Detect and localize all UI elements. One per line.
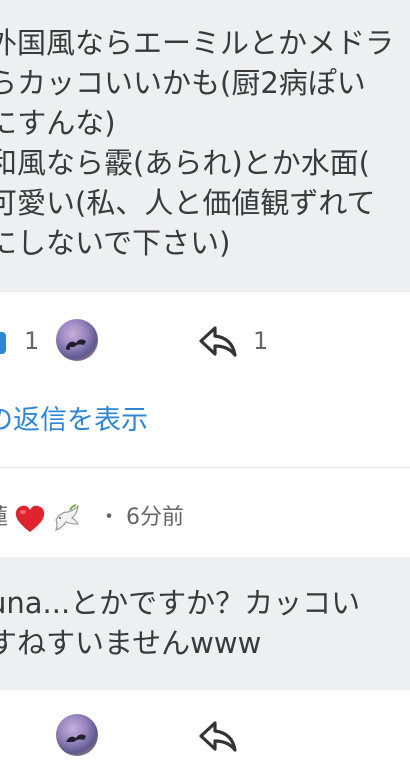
thumbs-up-icon[interactable]: [0, 332, 8, 354]
timestamp: 6分前: [126, 505, 184, 530]
comment-2-line-2: すねすいませんwww: [0, 626, 262, 660]
reply-count: 1: [253, 327, 269, 355]
username[interactable]: 蓮: [0, 503, 8, 533]
dove-icon: [50, 502, 82, 534]
comment-1-line-4: 和風なら霰(あられ)とか水面(: [0, 146, 370, 180]
heart-icon: [14, 504, 46, 534]
separator-dot: ・: [98, 505, 121, 530]
comment-bubble-1: 外国風ならエーミルとかメドラ らカッコいいかも(厨2病ぽい にすんな) 和風なら…: [0, 0, 410, 292]
like-count: 1: [24, 327, 40, 355]
comment-1-line-3: にすんな): [0, 106, 116, 140]
comment-bubble-2: una...とかですか？カッコい すねすいませんwww: [0, 557, 410, 690]
reply-arrow-icon[interactable]: [198, 324, 238, 358]
avatar[interactable]: [56, 714, 98, 756]
comment-1-line-2: らカッコいいかも(厨2病ぽい: [0, 66, 366, 100]
comment-1-line-6: にしないで下さい): [0, 226, 231, 260]
comment-2-meta: 蓮 ・ 6分前: [0, 500, 410, 540]
comment-1-line-5: 可愛い(私、人と価値観ずれて: [0, 186, 376, 220]
reply-arrow-icon[interactable]: [198, 719, 238, 753]
comment-2-line-1: una...とかですか？カッコい: [0, 586, 361, 620]
avatar[interactable]: [56, 319, 98, 361]
divider: [0, 467, 410, 468]
show-replies-link[interactable]: の返信を表示: [0, 403, 148, 439]
comment-2-actions: [0, 705, 410, 765]
comment-1-actions: 1 1: [0, 310, 410, 370]
comment-1-line-1: 外国風ならエーミルとかメドラ: [0, 26, 395, 60]
